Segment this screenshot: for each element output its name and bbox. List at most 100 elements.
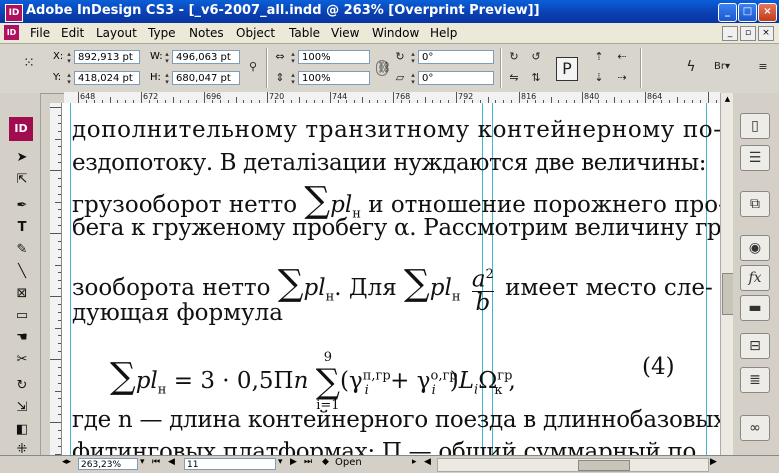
select-content-icon[interactable]: ⇣ (592, 71, 606, 85)
bridge-icon[interactable]: Br▾ (711, 60, 733, 74)
horizontal-scroll-thumb[interactable] (578, 460, 630, 471)
ruler-tick (58, 114, 61, 116)
button-tool-icon[interactable]: ☚ (13, 329, 31, 347)
rotate-tool-icon[interactable]: ↻ (13, 377, 31, 395)
first-page-icon[interactable]: ⏮ (152, 457, 160, 467)
y-spinner[interactable]: ▴ ▾ (65, 72, 73, 86)
doc-restore-button[interactable]: ▫ (740, 26, 756, 41)
hyperlinks-panel-icon[interactable]: ∞ (740, 415, 770, 441)
next-page-icon[interactable]: ▶ (290, 457, 297, 467)
maximize-button[interactable]: □ (738, 3, 757, 22)
scale-x-field[interactable]: 100% (298, 50, 370, 64)
p-reference-icon[interactable]: P (556, 57, 578, 81)
minimize-button[interactable]: _ (718, 3, 737, 22)
menu-layout[interactable]: Layout (96, 26, 137, 40)
rotate-ccw-icon[interactable]: ↺ (529, 50, 543, 64)
pages-panel-icon[interactable]: ▯ (740, 113, 770, 139)
previous-page-icon[interactable]: ◀ (168, 457, 175, 467)
ruler-tick (58, 429, 61, 431)
math-var: pl (429, 275, 452, 301)
menu-notes[interactable]: Notes (189, 26, 224, 40)
sum-symbol: ∑ (315, 362, 340, 402)
menu-edit[interactable]: Edit (61, 26, 84, 40)
h-field[interactable]: 680,047 pt (172, 71, 240, 85)
scissors-tool-icon[interactable]: ✂ (13, 351, 31, 369)
indesign-app-icon: ID (5, 4, 23, 22)
scale-x-spinner[interactable]: ▴ ▾ (289, 51, 297, 65)
scale-y-field[interactable]: 100% (298, 71, 370, 85)
zoom-field[interactable]: 263,23% (78, 458, 138, 470)
rotate-spinner[interactable]: ▴ ▾ (409, 51, 417, 65)
doc-minimize-button[interactable]: _ (722, 26, 738, 41)
chain-link-icon[interactable]: ⛓ (376, 60, 391, 76)
w-field[interactable]: 496,063 pt (172, 50, 240, 64)
rotate-cw-icon[interactable]: ↻ (507, 50, 521, 64)
menu-window[interactable]: Window (372, 26, 419, 40)
x-spinner[interactable]: ▴ ▾ (65, 51, 73, 65)
status-menu-icon[interactable]: ▸ (412, 457, 417, 467)
separator (500, 48, 502, 88)
scale-tool-icon[interactable]: ⇲ (13, 399, 31, 417)
indesign-logo: ID (9, 117, 33, 141)
scroll-right-icon[interactable]: ▶ (710, 457, 717, 467)
rotate-field[interactable]: 0° (418, 50, 494, 64)
rectangle-frame-tool-icon[interactable]: ⊠ (13, 285, 31, 303)
text-line: ездопотоку. В деталізации нуждаются две … (72, 150, 707, 176)
last-page-icon[interactable]: ⏭ (304, 457, 312, 467)
menu-table[interactable]: Table (289, 26, 320, 40)
select-next-icon[interactable]: ⇢ (615, 71, 629, 85)
menu-file[interactable]: File (30, 26, 50, 40)
ruler-tick (645, 92, 646, 103)
selection-tool-icon[interactable]: ➤ (13, 149, 31, 167)
page-dropdown-icon[interactable]: ▾ (278, 457, 283, 467)
flip-vertical-icon[interactable]: ⇅ (529, 71, 543, 85)
panel-menu-icon[interactable]: ≡ (756, 60, 770, 74)
horizontal-scrollbar[interactable] (437, 458, 709, 472)
shear-field[interactable]: 0° (418, 71, 494, 85)
constrain-proportions-icon[interactable]: ⚲ (246, 60, 260, 74)
stroke-panel-icon[interactable]: ≣ (740, 367, 770, 393)
menu-view[interactable]: View (331, 26, 359, 40)
select-container-icon[interactable]: ⇡ (592, 50, 606, 64)
reference-point-icon[interactable]: ⁙ (22, 56, 36, 70)
pencil-tool-icon[interactable]: ✎ (13, 241, 31, 259)
pen-tool-icon[interactable]: ✒ (13, 197, 31, 215)
links-panel-icon[interactable]: ⧉ (740, 191, 770, 217)
direct-selection-tool-icon[interactable]: ⇱ (13, 171, 31, 189)
close-button[interactable]: × (758, 3, 777, 22)
math-subscript: i (364, 382, 369, 398)
select-previous-icon[interactable]: ⇠ (615, 50, 629, 64)
scroll-left-icon[interactable]: ◀ (424, 457, 431, 467)
rotate-icon: ↻ (395, 50, 405, 63)
menu-help[interactable]: Help (430, 26, 457, 40)
layers-panel-icon[interactable]: ☰ (740, 145, 770, 171)
formula-part: (γ (340, 368, 363, 394)
rectangle-tool-icon[interactable]: ▭ (13, 307, 31, 325)
scroll-up-icon[interactable]: ▲ (722, 95, 733, 106)
effects-panel-icon[interactable]: fx (740, 265, 770, 291)
x-field[interactable]: 892,913 pt (74, 50, 140, 64)
type-tool-icon[interactable]: T (13, 219, 31, 237)
zoom-dropdown-icon[interactable]: ▾ (140, 457, 145, 467)
vertical-scrollbar[interactable]: ▲ (720, 93, 735, 455)
gradient-tool-icon[interactable]: ◧ (13, 421, 31, 439)
menu-object[interactable]: Object (236, 26, 275, 40)
h-spinner[interactable]: ▴ ▾ (163, 72, 171, 86)
page-field[interactable]: 11 (184, 458, 276, 470)
text-wrap-panel-icon[interactable]: ⊟ (740, 333, 770, 359)
gradient-panel-icon[interactable]: ▬ (740, 295, 770, 321)
flip-horizontal-icon[interactable]: ⇋ (507, 71, 521, 85)
w-spinner[interactable]: ▴ ▾ (163, 51, 171, 65)
document-icon[interactable]: ID (4, 25, 19, 40)
math-subscript: к (494, 382, 503, 398)
line-tool-icon[interactable]: ╲ (13, 263, 31, 281)
menu-type[interactable]: Type (148, 26, 176, 40)
swatches-panel-icon[interactable]: ◉ (740, 235, 770, 261)
doc-close-button[interactable]: × (758, 26, 774, 41)
lightning-icon[interactable]: ϟ (684, 60, 698, 74)
status-arrow-icon[interactable]: ◂▸ (62, 457, 71, 467)
shear-spinner[interactable]: ▴ ▾ (409, 72, 417, 86)
document-canvas[interactable]: дополнительному транзитному контейнерном… (62, 103, 720, 455)
scale-y-spinner[interactable]: ▴ ▾ (289, 72, 297, 86)
y-field[interactable]: 418,024 pt (74, 71, 140, 85)
